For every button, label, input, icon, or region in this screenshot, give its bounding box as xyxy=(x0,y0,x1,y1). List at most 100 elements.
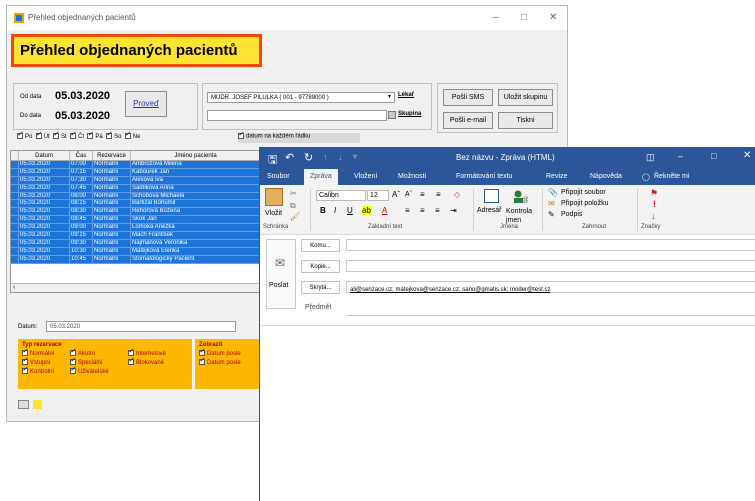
table-row[interactable]: 05.03.2020 09:15 Normální Mach František xyxy=(11,232,264,240)
tiskni-button[interactable]: Tiskni xyxy=(498,112,553,129)
send-button[interactable]: ✉ Poslat xyxy=(266,239,296,309)
tab-vlozeni[interactable]: Vložení xyxy=(354,173,377,180)
to-button[interactable]: Komu... xyxy=(301,239,340,252)
down-arrow-icon[interactable]: ↓ xyxy=(338,152,343,162)
tab-moznosti[interactable]: Možnosti xyxy=(398,173,426,180)
font-color-icon[interactable]: A xyxy=(382,206,387,215)
paste-icon[interactable] xyxy=(265,188,283,206)
day-checkbox[interactable]: Čt xyxy=(70,130,84,140)
paste-button[interactable]: Vložit xyxy=(265,210,282,217)
tab-napoveda[interactable]: Nápověda xyxy=(590,173,622,180)
grow-font-icon[interactable]: Aˆ xyxy=(392,190,400,199)
tab-zprava[interactable]: Zpráva xyxy=(304,169,338,186)
tab-soubor[interactable]: Soubor xyxy=(267,173,290,180)
minimize-button[interactable]: – xyxy=(678,151,683,161)
table-row[interactable]: 05.03.2020 10:45 Normální Stomatologický Pa… xyxy=(11,255,264,264)
posli-email-button[interactable]: Pošli e-mail xyxy=(443,112,493,129)
numbering-icon[interactable]: ≡ xyxy=(436,190,441,199)
align-right-icon[interactable]: ≡ xyxy=(435,206,440,215)
redo-icon[interactable]: ↻ xyxy=(304,151,313,164)
message-body[interactable] xyxy=(260,325,755,501)
address-book-icon[interactable] xyxy=(484,189,499,203)
shrink-font-icon[interactable]: Aˇ xyxy=(405,191,412,198)
table-row[interactable]: 05.03.2020 08:45 Normální Skok Jan xyxy=(11,216,264,225)
tab-formatovani[interactable]: Formátování textu xyxy=(456,173,512,180)
day-checkbox[interactable]: Pá xyxy=(87,130,103,140)
table-row[interactable]: 05.03.2020 07:45 Normální Sadílková Anna xyxy=(11,184,264,193)
attach-file-button[interactable]: Připojit soubor xyxy=(561,189,606,196)
datum-field[interactable]: 05.03.2020 xyxy=(46,321,236,332)
copy-icon[interactable]: ⧉ xyxy=(290,201,296,211)
horizontal-scrollbar[interactable]: ‹ xyxy=(11,283,264,292)
day-checkbox[interactable]: Út xyxy=(35,130,50,140)
cc-field[interactable] xyxy=(346,260,755,272)
ulozit-skupinu-button[interactable]: Uložit skupinu xyxy=(498,89,553,106)
check-names-icon[interactable]: @ xyxy=(512,189,528,203)
subject-field[interactable] xyxy=(346,315,755,316)
attach-item-button[interactable]: Připojit položku xyxy=(561,200,608,207)
reservation-type-checkbox[interactable]: Uživatelské xyxy=(70,365,128,377)
maximize-button[interactable]: □ xyxy=(711,151,716,161)
underline-button[interactable]: U xyxy=(347,206,353,215)
reservation-type-checkbox[interactable]: Normální xyxy=(22,347,70,359)
doctor-select[interactable]: MUDR. JOSEF PILULKA ( 001 - 97789000 ) ▾ xyxy=(207,92,395,103)
table-row[interactable]: 05.03.2020 08:00 Normální Schobová Michaela xyxy=(11,192,264,201)
low-importance-icon[interactable]: ↓ xyxy=(651,211,656,221)
reservation-type-checkbox[interactable]: Blokované xyxy=(128,356,188,368)
table-row[interactable]: 05.03.2020 07:15 Normální Kabourek Jan xyxy=(11,168,264,177)
cc-button[interactable]: Kopie... xyxy=(301,260,340,273)
do-data-input[interactable]: 05.03.2020 xyxy=(55,110,110,122)
book-icon[interactable] xyxy=(18,400,29,409)
format-painter-icon[interactable]: 🖌 xyxy=(290,212,300,221)
column-header[interactable]: Datum xyxy=(19,151,70,160)
follow-up-flag-icon[interactable]: ⚑ xyxy=(650,188,658,199)
align-center-icon[interactable]: ≡ xyxy=(420,206,425,215)
proved-button[interactable]: Proveď xyxy=(125,91,167,117)
customize-icon[interactable]: ▿ xyxy=(353,152,357,161)
indent-icon[interactable]: ⇥ xyxy=(450,206,457,215)
minimize-button[interactable]: – xyxy=(493,12,499,23)
reservation-type-checkbox[interactable]: Speciální xyxy=(70,356,128,368)
group-picker-icon[interactable] xyxy=(388,111,396,119)
high-importance-icon[interactable]: ! xyxy=(653,199,656,209)
italic-button[interactable]: I xyxy=(334,206,336,215)
column-header[interactable]: Rezervace xyxy=(93,151,131,160)
font-name-select[interactable]: Calibri xyxy=(316,190,366,201)
od-data-input[interactable]: 05.03.2020 xyxy=(55,90,110,102)
reservation-type-checkbox[interactable]: Kontrolní xyxy=(22,365,70,377)
zobrazit-checkbox[interactable]: Datum posle xyxy=(199,347,261,359)
up-arrow-icon[interactable]: ↑ xyxy=(323,152,328,162)
highlight-icon[interactable]: ab xyxy=(362,206,371,215)
cut-icon[interactable]: ✂ xyxy=(290,189,297,198)
close-button[interactable]: ✕ xyxy=(743,150,751,161)
table-row[interactable]: 05.03.2020 08:30 Normální Řehořová Božena xyxy=(11,208,264,217)
align-left-icon[interactable]: ≡ xyxy=(405,206,410,215)
reservation-type-checkbox[interactable]: Akutní xyxy=(70,347,128,359)
note-icon[interactable] xyxy=(33,400,42,409)
table-row[interactable]: 05.03.2020 10:30 Normální Matějková Elenka xyxy=(11,247,264,256)
day-checkbox[interactable]: Ne xyxy=(124,130,140,140)
bcc-button[interactable]: Skrytá... xyxy=(301,281,340,294)
font-size-select[interactable]: 12 xyxy=(367,190,389,201)
table-row[interactable]: 05.03.2020 09:00 Normální Lomoká Anežka xyxy=(11,224,264,233)
table-row[interactable]: 05.03.2020 07:30 Normální Alexová Iva xyxy=(11,176,264,185)
signature-button[interactable]: Podpis xyxy=(561,211,582,218)
ribbon-display-icon[interactable]: ◫ xyxy=(646,152,655,163)
day-checkbox[interactable]: St xyxy=(53,130,67,140)
reservation-type-checkbox[interactable]: Internetové xyxy=(128,347,188,359)
group-input[interactable] xyxy=(207,110,387,121)
check-names-button[interactable]: Kontrola jmen xyxy=(506,207,538,225)
table-row[interactable]: 05.03.2020 09:30 Normální Najmanová Veronik… xyxy=(11,239,264,248)
datum-na-kazdem-checkbox[interactable]: datum na každém řádku xyxy=(238,130,360,143)
address-book-button[interactable]: Adresář xyxy=(477,207,502,214)
clear-formatting-icon[interactable]: ◇ xyxy=(454,190,460,199)
day-checkbox[interactable]: So xyxy=(106,130,121,140)
bullets-icon[interactable]: ≡ xyxy=(420,190,425,199)
undo-icon[interactable]: ↶ xyxy=(285,151,294,164)
close-button[interactable]: ✕ xyxy=(549,12,557,23)
column-header[interactable]: Čas xyxy=(70,151,93,160)
table-row[interactable]: 05.03.2020 07:00 Normální Ambrožová Milena xyxy=(11,161,264,169)
table-row[interactable]: 05.03.2020 08:15 Normální Bartizal Bohumil xyxy=(11,200,264,209)
tab-reknete-mi[interactable]: Řekněte mi xyxy=(654,173,689,180)
save-icon[interactable]: 🖫 xyxy=(268,151,277,170)
